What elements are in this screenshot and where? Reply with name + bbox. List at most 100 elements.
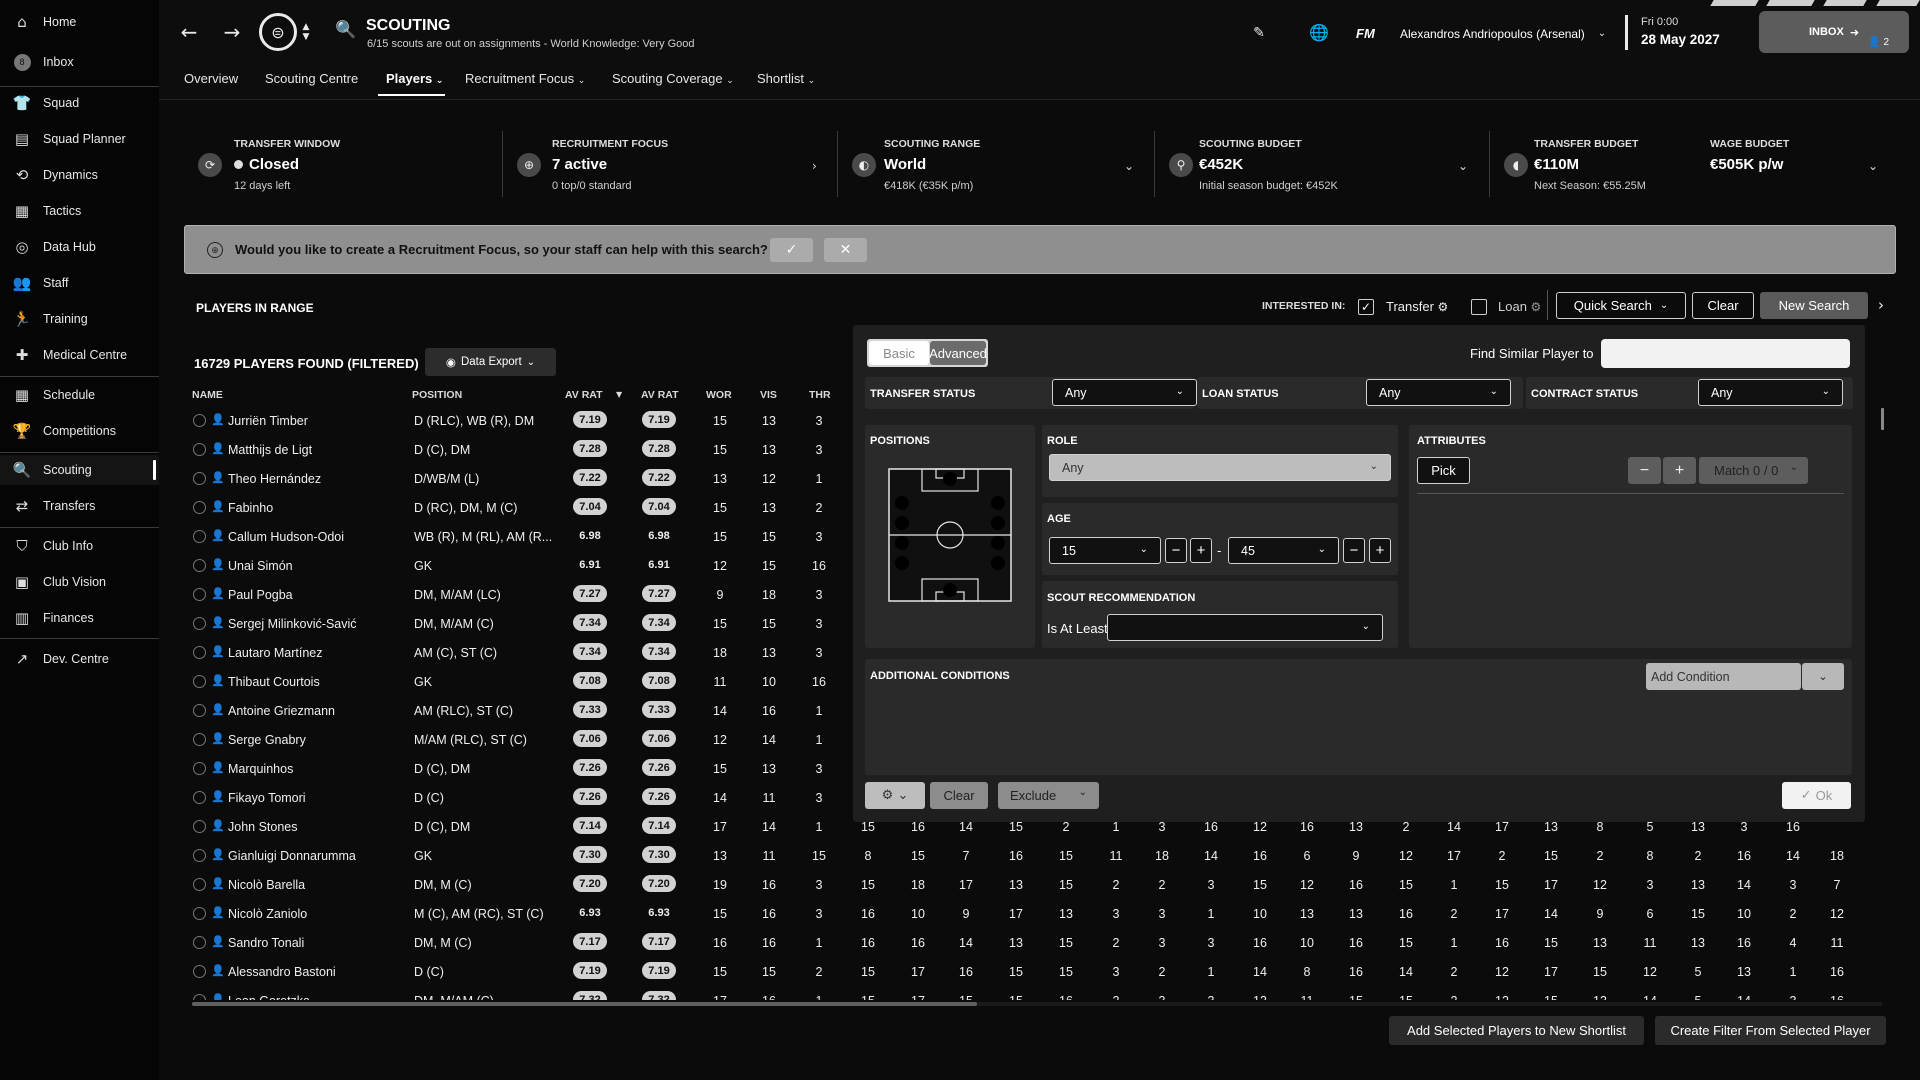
tab-scouting-coverage[interactable]: Scouting Coverage ⌄: [612, 71, 734, 86]
prompt-dismiss-button[interactable]: ✕: [824, 238, 867, 262]
player-name[interactable]: Sandro Tonali: [228, 936, 304, 950]
row-select-checkbox[interactable]: [193, 617, 206, 630]
scout-recommendation-select[interactable]: ⌄: [1107, 614, 1383, 641]
player-name[interactable]: Alessandro Bastoni: [228, 965, 336, 979]
player-name[interactable]: Jurriën Timber: [228, 414, 308, 428]
scouting-budget-stat[interactable]: ⚲ SCOUTING BUDGET €452K Initial season b…: [1155, 125, 1489, 203]
sidebar-item-transfers[interactable]: ⇄ Transfers: [0, 491, 159, 521]
forward-arrow-icon[interactable]: →: [220, 20, 244, 44]
player-name[interactable]: Fikayo Tomori: [228, 791, 306, 805]
pitch-position-picker[interactable]: [888, 468, 1012, 602]
player-name[interactable]: Unai Simón: [228, 559, 293, 573]
tab-shortlist[interactable]: Shortlist ⌄: [757, 71, 815, 86]
row-select-checkbox[interactable]: [193, 936, 206, 949]
attributes-add-button[interactable]: +: [1663, 457, 1696, 484]
game-date[interactable]: 28 May 2027: [1641, 32, 1720, 47]
table-row[interactable]: 👤 Nicolò Barella DM, M (C) 7.20 7.20 19 16 3 15 1…: [190, 870, 1910, 899]
sidebar-item-dev-centre[interactable]: ↗ Dev. Centre: [0, 644, 159, 674]
row-select-checkbox[interactable]: [193, 907, 206, 920]
exclude-dropdown-button[interactable]: Exclude ⌄: [998, 782, 1099, 809]
gear-icon[interactable]: ⚙: [1531, 300, 1542, 314]
player-name[interactable]: Sergej Milinković-Savić: [228, 617, 357, 631]
row-select-checkbox[interactable]: [193, 733, 206, 746]
sidebar-item-inbox[interactable]: 8 Inbox: [0, 47, 159, 77]
col-header-av-rat[interactable]: AV RAT: [565, 389, 603, 401]
player-name[interactable]: Leon Goretzka: [228, 994, 310, 1000]
loan-checkbox[interactable]: [1471, 299, 1487, 315]
age-max-select[interactable]: 45 ⌄: [1228, 537, 1339, 564]
contract-status-select[interactable]: Any ⌄: [1698, 379, 1843, 406]
transfer-checkbox[interactable]: ✓: [1358, 299, 1374, 315]
club-badge-icon[interactable]: ⊜: [259, 13, 297, 51]
role-select[interactable]: Any ⌄: [1049, 454, 1391, 481]
row-select-checkbox[interactable]: [193, 820, 206, 833]
sidebar-item-squad[interactable]: 👕 Squad: [0, 88, 159, 118]
prompt-accept-button[interactable]: ✓: [770, 238, 813, 262]
row-select-checkbox[interactable]: [193, 559, 206, 572]
col-header-thr[interactable]: THR: [809, 389, 831, 401]
sidebar-item-finances[interactable]: ▥ Finances: [0, 603, 159, 633]
tab-overview[interactable]: Overview: [184, 71, 238, 86]
mode-advanced-button[interactable]: Advanced: [929, 341, 987, 365]
quick-search-dropdown[interactable]: Quick Search ⌄: [1556, 292, 1686, 319]
gear-icon[interactable]: ⚙: [1438, 300, 1449, 314]
chevron-right-icon[interactable]: ›: [812, 159, 817, 173]
age-min-increment[interactable]: +: [1190, 538, 1212, 563]
row-select-checkbox[interactable]: [193, 965, 206, 978]
search-icon[interactable]: 🔍: [335, 20, 356, 40]
sidebar-item-dynamics[interactable]: ⟲ Dynamics: [0, 160, 159, 190]
tab-recruitment-focus[interactable]: Recruitment Focus ⌄: [465, 71, 585, 86]
add-to-new-shortlist-button[interactable]: Add Selected Players to New Shortlist: [1389, 1016, 1644, 1045]
col-header-av-rat-2[interactable]: AV RAT: [641, 389, 679, 401]
player-name[interactable]: Marquinhos: [228, 762, 293, 776]
sidebar-item-scouting[interactable]: 🔍 Scouting: [0, 455, 159, 485]
player-name[interactable]: Lautaro Martínez: [228, 646, 323, 660]
row-select-checkbox[interactable]: [193, 675, 206, 688]
find-similar-input[interactable]: [1601, 339, 1850, 368]
sidebar-item-schedule[interactable]: ▦ Schedule: [0, 380, 159, 410]
sidebar-item-medical-centre[interactable]: ✚ Medical Centre: [0, 340, 159, 370]
row-select-checkbox[interactable]: [193, 704, 206, 717]
chevron-right-icon[interactable]: ›: [1874, 296, 1888, 314]
row-select-checkbox[interactable]: [193, 501, 206, 514]
sidebar-item-staff[interactable]: 👥 Staff: [0, 268, 159, 298]
clear-search-button[interactable]: Clear: [1692, 292, 1754, 319]
tab-scouting-centre[interactable]: Scouting Centre: [265, 71, 358, 86]
col-header-wor[interactable]: WOR: [706, 389, 732, 401]
ok-button[interactable]: ✓ Ok: [1782, 782, 1851, 809]
scouting-range-stat[interactable]: ◐ SCOUTING RANGE World €418K (€35K p/m) …: [838, 125, 1155, 203]
col-header-name[interactable]: NAME: [192, 389, 223, 401]
row-select-checkbox[interactable]: [193, 762, 206, 775]
player-name[interactable]: Serge Gnabry: [228, 733, 306, 747]
loan-checkbox-label[interactable]: Loan ⚙: [1498, 299, 1541, 314]
sidebar-item-training[interactable]: 🏃 Training: [0, 304, 159, 334]
sidebar-item-club-info[interactable]: ⛉ Club Info: [0, 531, 159, 561]
row-select-checkbox[interactable]: [193, 588, 206, 601]
age-min-decrement[interactable]: −: [1165, 538, 1187, 563]
transfer-checkbox-label[interactable]: Transfer ⚙: [1386, 299, 1448, 314]
age-min-select[interactable]: 15 ⌄: [1049, 537, 1161, 564]
player-name[interactable]: Matthijs de Ligt: [228, 443, 312, 457]
player-name[interactable]: Callum Hudson-Odoi: [228, 530, 344, 544]
row-select-checkbox[interactable]: [193, 878, 206, 891]
clear-filters-button[interactable]: Clear: [930, 782, 988, 809]
loan-status-select[interactable]: Any ⌄: [1366, 379, 1511, 406]
sidebar-item-club-vision[interactable]: ▣ Club Vision: [0, 567, 159, 597]
pick-attributes-button[interactable]: Pick: [1417, 457, 1470, 484]
player-name[interactable]: John Stones: [228, 820, 298, 834]
add-condition-button[interactable]: Add Condition: [1646, 663, 1801, 690]
edit-pencil-icon[interactable]: ✎: [1250, 24, 1268, 42]
sidebar-item-tactics[interactable]: ▦ Tactics: [0, 196, 159, 226]
budgets-stat[interactable]: ◖ TRANSFER BUDGET €110M Next Season: €55…: [1490, 125, 1894, 203]
transfer-status-select[interactable]: Any ⌄: [1052, 379, 1197, 406]
player-name[interactable]: Thibaut Courtois: [228, 675, 320, 689]
sidebar-item-squad-planner[interactable]: ▤ Squad Planner: [0, 124, 159, 154]
row-select-checkbox[interactable]: [193, 530, 206, 543]
player-name[interactable]: Paul Pogba: [228, 588, 293, 602]
player-name[interactable]: Fabinho: [228, 501, 273, 515]
new-search-button[interactable]: New Search: [1760, 292, 1868, 319]
age-max-increment[interactable]: +: [1369, 538, 1391, 563]
recruitment-focus-stat[interactable]: ⊕ RECRUITMENT FOCUS 7 active 0 top/0 sta…: [503, 125, 837, 203]
add-condition-dropdown[interactable]: ⌄: [1802, 663, 1844, 690]
player-name[interactable]: Theo Hernández: [228, 472, 321, 486]
